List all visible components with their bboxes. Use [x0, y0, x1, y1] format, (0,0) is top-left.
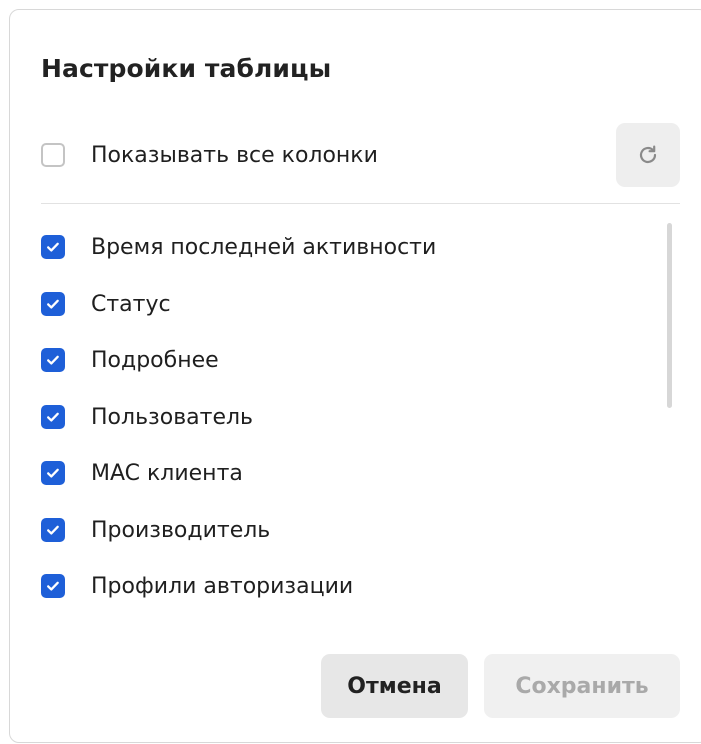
checkbox-checked-icon — [41, 574, 65, 598]
column-option-label: MAC клиента — [91, 460, 243, 486]
refresh-icon — [639, 145, 657, 164]
column-option-status[interactable]: Статус — [41, 289, 171, 319]
show-all-columns-checkbox[interactable]: Показывать все колонки — [41, 140, 378, 170]
column-option-auth-profiles[interactable]: Профили авторизации — [41, 571, 353, 601]
stage: Настройки таблицы Показывать все колонки… — [0, 0, 701, 744]
column-option-label: Статус — [91, 291, 171, 317]
refresh-button[interactable] — [616, 123, 680, 187]
cancel-button[interactable]: Отмена — [321, 654, 468, 718]
column-option-mac[interactable]: MAC клиента — [41, 458, 243, 488]
table-settings-dialog: Настройки таблицы Показывать все колонки… — [9, 9, 701, 743]
checkbox-checked-icon — [41, 292, 65, 316]
column-option-user[interactable]: Пользователь — [41, 402, 253, 432]
show-all-columns-label: Показывать все колонки — [91, 142, 378, 168]
column-option-label: Производитель — [91, 517, 271, 543]
checkbox-checked-icon — [41, 405, 65, 429]
list-scrollbar[interactable] — [667, 223, 672, 408]
save-button[interactable]: Сохранить — [484, 654, 680, 718]
column-option-last-activity[interactable]: Время последней активности — [41, 232, 436, 262]
column-option-label: Подробнее — [91, 347, 219, 373]
divider — [41, 203, 680, 204]
checkbox-checked-icon — [41, 235, 65, 259]
dialog-title: Настройки таблицы — [41, 54, 332, 83]
column-option-label: Профили авторизации — [91, 573, 354, 599]
column-option-label: Время последней активности — [91, 234, 437, 260]
checkbox-checked-icon — [41, 461, 65, 485]
column-option-details[interactable]: Подробнее — [41, 345, 219, 375]
column-option-vendor[interactable]: Производитель — [41, 515, 270, 545]
column-option-label: Пользователь — [91, 404, 254, 430]
checkbox-checked-icon — [41, 348, 65, 372]
checkbox-checked-icon — [41, 518, 65, 542]
checkbox-unchecked-icon — [41, 143, 65, 167]
